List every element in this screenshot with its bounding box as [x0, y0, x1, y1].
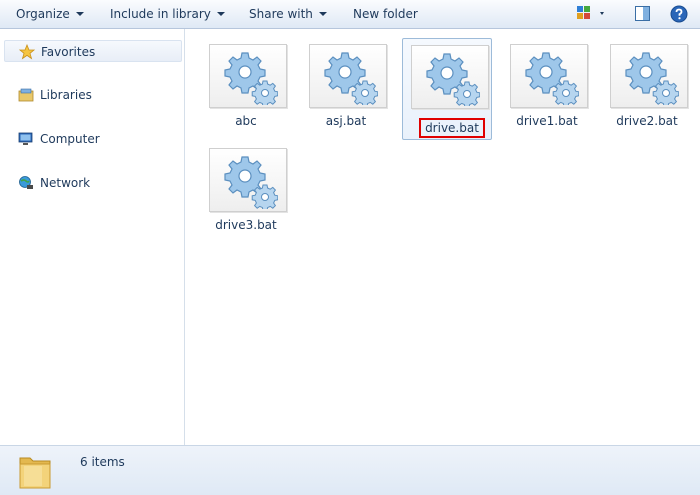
file-name: drive1.bat	[516, 114, 578, 128]
nav-label-computer: Computer	[40, 132, 100, 146]
file-item[interactable]: drive3.bat	[201, 142, 291, 244]
file-item[interactable]: asj.bat	[301, 38, 391, 140]
folder-icon	[19, 457, 51, 489]
file-thumbnail	[309, 44, 387, 108]
file-item[interactable]: abc	[201, 38, 291, 140]
file-item[interactable]: drive2.bat	[602, 38, 692, 140]
file-name: drive.bat	[425, 121, 479, 135]
nav-label-libraries: Libraries	[40, 88, 92, 102]
file-name: drive2.bat	[616, 114, 678, 128]
gear-icon	[324, 52, 378, 105]
nav-item-computer[interactable]: Computer	[4, 128, 182, 150]
item-count: 6 items	[80, 455, 125, 469]
nav-item-network[interactable]: Network	[4, 172, 182, 194]
rename-textbox[interactable]: drive.bat	[419, 118, 485, 138]
gear-icon	[625, 52, 679, 105]
help-icon	[670, 5, 688, 23]
new-folder-button[interactable]: New folder	[353, 0, 418, 28]
file-thumbnail	[411, 45, 489, 109]
chevron-down-icon	[75, 11, 84, 16]
nav-item-libraries[interactable]: Libraries	[4, 84, 182, 106]
gear-icon	[224, 156, 278, 209]
organize-label: Organize	[16, 7, 70, 21]
include-in-library-label: Include in library	[110, 7, 211, 21]
libraries-icon	[18, 88, 34, 102]
file-list: abc asj.bat drive.bat drive1.bat drive2.…	[186, 29, 700, 445]
chevron-down-icon	[318, 11, 327, 16]
gear-icon	[525, 52, 579, 105]
include-in-library-button[interactable]: Include in library	[110, 0, 225, 28]
share-with-label: Share with	[249, 7, 313, 21]
new-folder-label: New folder	[353, 7, 418, 21]
change-view-button[interactable]	[576, 5, 608, 26]
file-thumbnail	[209, 44, 287, 108]
file-thumbnail	[209, 148, 287, 212]
details-pane: 6 items	[0, 445, 700, 495]
file-thumbnail	[610, 44, 688, 108]
command-bar: Organize Include in library Share with N…	[0, 0, 700, 29]
organize-button[interactable]: Organize	[16, 0, 84, 28]
gear-icon	[426, 53, 480, 106]
share-with-button[interactable]: Share with	[249, 0, 327, 28]
file-name: abc	[235, 114, 257, 128]
nav-label-network: Network	[40, 176, 91, 190]
preview-pane-icon	[635, 6, 650, 21]
view-options-icon	[577, 6, 604, 19]
help-button[interactable]	[670, 5, 688, 26]
network-icon	[19, 176, 33, 189]
nav-label-favorites: Favorites	[41, 45, 96, 59]
nav-item-favorites[interactable]: Favorites	[4, 40, 182, 62]
computer-icon	[18, 132, 33, 145]
navigation-pane: Favorites Libraries Computer Network	[0, 29, 185, 445]
chevron-down-icon	[216, 11, 225, 16]
file-item-selected[interactable]: drive.bat	[402, 38, 492, 140]
file-name: drive3.bat	[215, 218, 277, 232]
file-thumbnail	[510, 44, 588, 108]
star-icon	[19, 44, 35, 60]
file-item[interactable]: drive1.bat	[502, 38, 592, 140]
gear-icon	[224, 52, 278, 105]
file-name: asj.bat	[325, 114, 367, 128]
preview-pane-button[interactable]	[634, 5, 652, 26]
